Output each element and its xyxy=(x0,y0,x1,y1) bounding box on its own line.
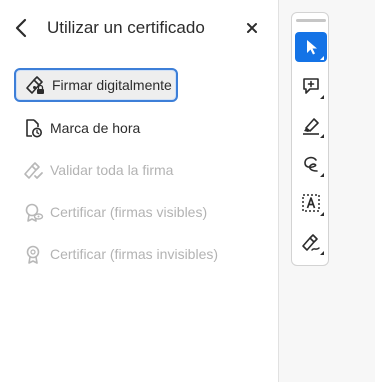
certify-invisible-button[interactable]: Certificar (firmas invisibles) xyxy=(14,237,218,271)
quick-tools-toolbar xyxy=(291,12,329,266)
drag-handle[interactable] xyxy=(296,19,326,22)
more-options-indicator xyxy=(320,251,324,255)
item-label: Certificar (firmas invisibles) xyxy=(50,246,219,262)
sign-digitally-button[interactable]: Firmar digitalmente xyxy=(14,68,178,102)
item-label: Certificar (firmas visibles) xyxy=(50,204,208,220)
highlight-tool[interactable] xyxy=(295,110,327,140)
certify-visible-button[interactable]: Certificar (firmas visibles) xyxy=(14,195,207,229)
item-label: Marca de hora xyxy=(50,120,141,136)
sign-tool[interactable] xyxy=(295,227,327,257)
more-options-indicator xyxy=(320,173,324,177)
more-options-indicator xyxy=(320,95,324,99)
add-comment-tool[interactable] xyxy=(295,71,327,101)
cursor-arrow-icon xyxy=(307,40,317,55)
marker-icon xyxy=(303,118,319,135)
pen-sign-icon xyxy=(24,74,46,96)
pen-sign-icon xyxy=(302,234,320,251)
item-label: Firmar digitalmente xyxy=(52,77,172,93)
chevron-left-icon[interactable] xyxy=(12,17,32,39)
validate-all-signatures-button[interactable]: Validar toda la firma xyxy=(14,153,178,187)
text-recognition-tool[interactable] xyxy=(295,188,327,218)
more-options-indicator xyxy=(320,134,324,138)
validate-signature-icon xyxy=(22,159,44,181)
certify-invisible-icon xyxy=(22,243,44,265)
item-label: Validar toda la firma xyxy=(50,162,174,178)
timestamp-button[interactable]: Marca de hora xyxy=(14,111,178,145)
more-options-indicator xyxy=(320,56,324,60)
more-options-indicator xyxy=(320,212,324,216)
timestamp-document-icon xyxy=(22,117,44,139)
text-select-box-icon xyxy=(302,194,320,212)
select-tool[interactable] xyxy=(295,32,327,62)
draw-tool[interactable] xyxy=(295,149,327,179)
close-icon[interactable] xyxy=(243,18,261,38)
panel-title: Utilizar un certificado xyxy=(47,18,205,37)
certify-visible-icon xyxy=(22,201,44,223)
panel-header: Utilizar un certificado xyxy=(0,0,278,58)
freehand-draw-icon xyxy=(304,156,318,172)
certificate-panel: Utilizar un certificado Firmar digitalme… xyxy=(0,0,279,382)
comment-plus-icon xyxy=(303,78,319,94)
